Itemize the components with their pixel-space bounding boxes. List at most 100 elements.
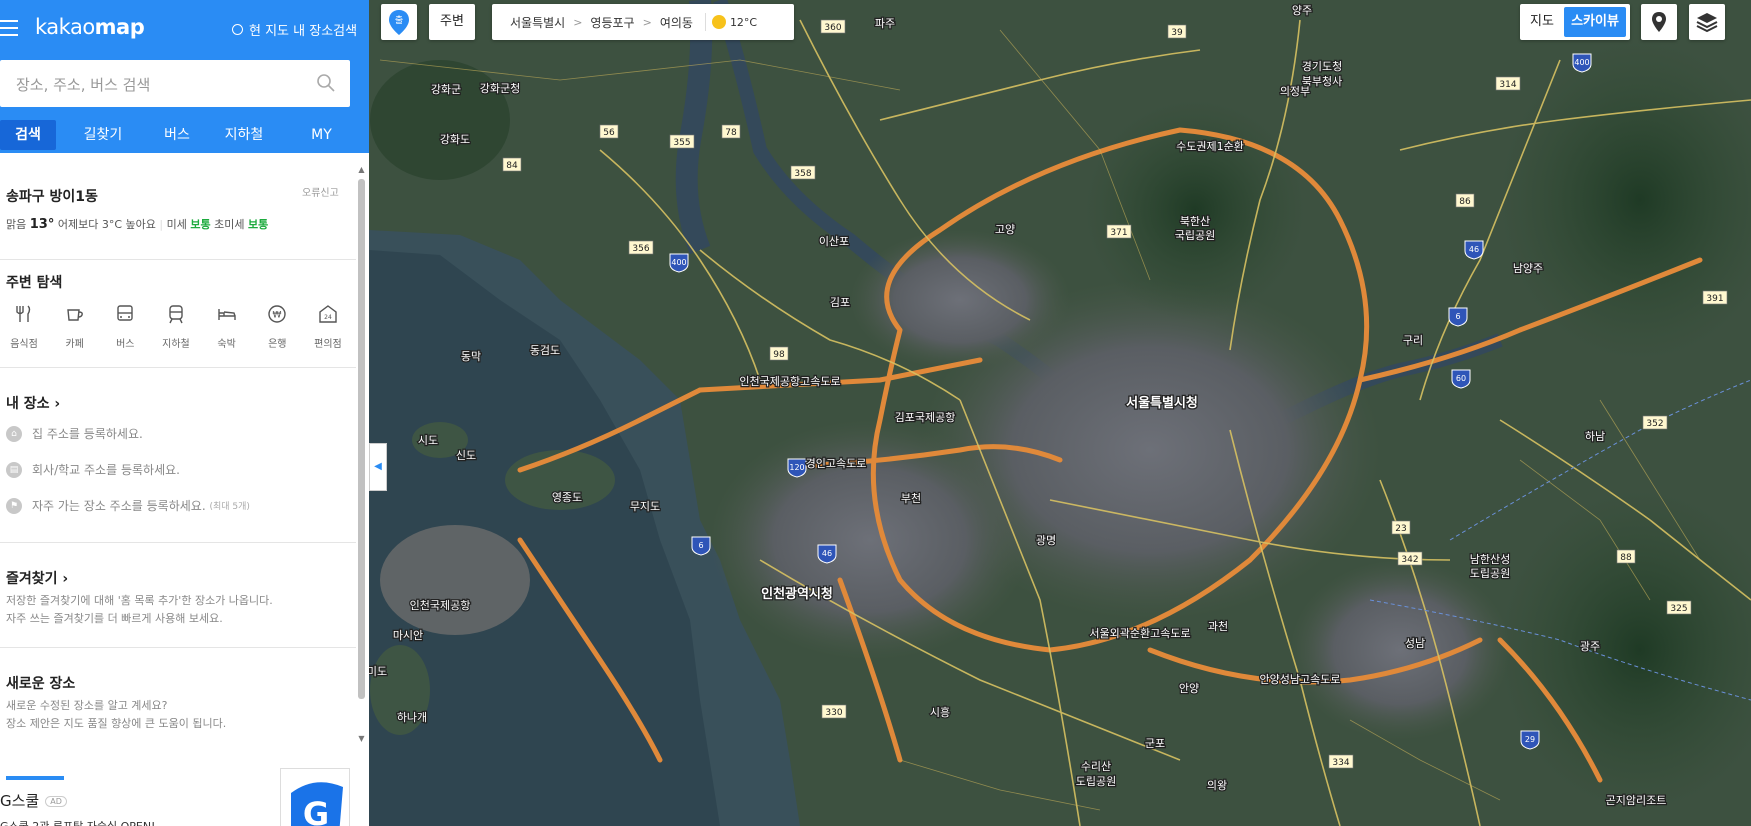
map-place-label[interactable]: 경기도청 <box>1301 59 1344 75</box>
map-place-label[interactable]: 의정부 <box>1279 84 1312 100</box>
map-place-label[interactable]: 하나개 <box>396 709 429 726</box>
my-location-pin-button[interactable]: 출 <box>381 4 417 40</box>
map-place-label[interactable]: 마시안 <box>392 628 425 644</box>
scroll-up-icon[interactable]: ▲ <box>357 165 366 174</box>
map-place-label[interactable]: 의왕 <box>1206 778 1229 794</box>
nearby-cafe[interactable]: 카페 <box>57 303 93 350</box>
map-place-label[interactable]: 인천국제공항고속도로 <box>738 373 842 390</box>
roadview-button[interactable] <box>1641 4 1677 40</box>
route-shield: 325 <box>1666 600 1692 615</box>
ad-title: G스쿨 AD <box>0 790 67 811</box>
hamburger-menu-icon[interactable] <box>0 20 18 36</box>
my-place-frequent[interactable]: ⚑ 자주 가는 장소 주소를 등록하세요. (최대 5개) <box>6 497 250 514</box>
map-place-label[interactable]: 시흥 <box>929 704 952 721</box>
map-type-skyview-button[interactable]: 스카이뷰 <box>1564 7 1626 37</box>
search-icon[interactable] <box>316 73 336 93</box>
map-place-label[interactable]: 남양주 <box>1512 261 1545 277</box>
map-place-label[interactable]: 파주 <box>874 16 897 32</box>
map-place-label[interactable]: 고양 <box>994 222 1017 238</box>
current-map-search-toggle[interactable]: 현 지도 내 장소검색 <box>232 20 357 39</box>
map-place-label[interactable]: 곤지암리조트 <box>1604 793 1667 809</box>
map-place-label[interactable]: 인천광역시청 <box>760 585 834 604</box>
sidebar-scrollbar[interactable]: ▲ ▼ <box>357 165 366 743</box>
map-place-label[interactable]: 구리 <box>1402 333 1425 349</box>
map-place-label[interactable]: 국립공원 <box>1174 228 1217 244</box>
kakaomap-logo[interactable]: kakaomap <box>35 15 145 39</box>
tab-directions[interactable]: 길찾기 <box>56 120 150 150</box>
map-place-label[interactable]: 강화도 <box>439 132 472 148</box>
map-place-label[interactable]: 도립공원 <box>1075 774 1118 790</box>
map-place-label[interactable]: 성남 <box>1404 636 1427 652</box>
map-place-label[interactable]: 하남 <box>1584 428 1607 445</box>
map-place-label[interactable]: 김포국제공항 <box>893 410 956 426</box>
layers-button[interactable] <box>1689 4 1725 40</box>
map-place-label[interactable]: 신도 <box>455 448 478 464</box>
svg-text:24: 24 <box>324 314 332 321</box>
route-shield: 391 <box>1702 290 1728 305</box>
map-place-label[interactable]: 광명 <box>1035 533 1058 549</box>
breadcrumb-dong[interactable]: 여의동 <box>660 14 693 31</box>
advertisement-banner[interactable]: G스쿨AD G스쿨 2관 루프탑 자습실 OPEN! G <box>0 768 356 826</box>
search-input[interactable] <box>14 60 318 109</box>
map-place-label[interactable]: 수도권제1순환 <box>1175 139 1245 155</box>
map-canvas[interactable]: 360 39 314 56 355 78 84 358 371 356 86 98 23 342 88 325… <box>356 0 1751 826</box>
route-shield: 78 <box>721 124 741 139</box>
satellite-map[interactable]: 360 39 314 56 355 78 84 358 371 356 86 98 23 342 88 325… <box>356 0 1751 826</box>
map-place-label[interactable]: 안양 <box>1178 681 1201 697</box>
map-place-label[interactable]: 도립공원 <box>1469 566 1512 582</box>
nearby-convenience-store[interactable]: 24 편의점 <box>310 303 346 350</box>
map-place-label[interactable]: 영종도 <box>551 490 584 506</box>
map-place-label[interactable]: 강화군 <box>430 82 463 98</box>
new-place-title: 새로운 장소 <box>6 676 76 692</box>
map-place-label[interactable]: 남한산성 <box>1469 552 1512 568</box>
map-place-label[interactable]: 양주 <box>1291 3 1314 19</box>
my-place-home[interactable]: ⌂ 집 주소를 등록하세요. <box>6 425 143 442</box>
breadcrumb-city[interactable]: 서울특별시 <box>510 14 565 31</box>
map-place-label[interactable]: 동검도 <box>529 343 562 359</box>
tab-bus[interactable]: 버스 <box>150 120 204 150</box>
expressway-shield: 60 <box>1451 369 1471 389</box>
map-place-label[interactable]: 서울특별시청 <box>1125 394 1199 413</box>
map-place-label[interactable]: 경인고속도로 <box>804 456 867 472</box>
map-weather-temp: 12°C <box>729 15 758 29</box>
map-place-label[interactable]: 김포 <box>829 295 852 311</box>
my-places-title[interactable]: 내 장소 › <box>6 393 60 413</box>
convenience-store-icon: 24 <box>319 305 337 323</box>
nearby-restaurant[interactable]: 음식점 <box>6 303 42 350</box>
map-place-label[interactable]: 무지도 <box>629 499 662 515</box>
map-place-label[interactable]: 인천국제공항 <box>408 597 471 614</box>
tab-search[interactable]: 검색 <box>0 120 56 150</box>
favorites-title[interactable]: 즐겨찾기 › <box>6 568 68 588</box>
scroll-down-icon[interactable]: ▼ <box>357 734 366 743</box>
nearby-subway[interactable]: 지하철 <box>158 303 194 350</box>
weather-location: 송파구 방이1동 <box>6 189 98 205</box>
nearby-bank[interactable]: ₩ 은행 <box>259 303 295 350</box>
route-shield-number: 23 <box>1395 524 1406 534</box>
route-shield: 358 <box>790 165 816 180</box>
map-place-label[interactable]: 강화군청 <box>479 81 522 97</box>
divider <box>0 259 356 260</box>
map-place-label[interactable]: 서울외곽순환고속도로 <box>1088 626 1192 642</box>
nearby-button[interactable]: 주변 <box>429 4 475 40</box>
sidebar-collapse-button[interactable]: ◀ <box>369 443 387 491</box>
nearby-lodging[interactable]: 숙박 <box>209 303 245 350</box>
nearby-bus[interactable]: 버스 <box>107 303 143 350</box>
map-place-label[interactable]: 시도 <box>417 433 440 449</box>
map-place-label[interactable]: 안양성남고속도로 <box>1258 672 1341 688</box>
report-error-link[interactable]: 오류신고 <box>302 184 339 199</box>
tab-subway[interactable]: 지하철 <box>204 120 284 150</box>
map-place-label[interactable]: 군포 <box>1144 736 1167 752</box>
map-place-label[interactable]: 실미도 <box>356 664 389 680</box>
map-place-label[interactable]: 북한산 <box>1179 214 1212 230</box>
map-place-label[interactable]: 부천 <box>900 490 923 507</box>
map-place-label[interactable]: 이산포 <box>818 234 851 250</box>
map-place-label[interactable]: 과천 <box>1207 618 1230 635</box>
map-type-map-button[interactable]: 지도 <box>1520 4 1564 40</box>
my-place-work[interactable]: ▤ 회사/학교 주소를 등록하세요. <box>6 461 180 478</box>
map-place-label[interactable]: 수리산 <box>1080 759 1113 775</box>
map-place-label[interactable]: 광주 <box>1579 639 1602 655</box>
scroll-thumb[interactable] <box>358 179 365 699</box>
map-place-label[interactable]: 동막 <box>460 349 483 365</box>
breadcrumb-district[interactable]: 영등포구 <box>590 14 634 31</box>
tab-my[interactable]: MY <box>284 120 359 150</box>
